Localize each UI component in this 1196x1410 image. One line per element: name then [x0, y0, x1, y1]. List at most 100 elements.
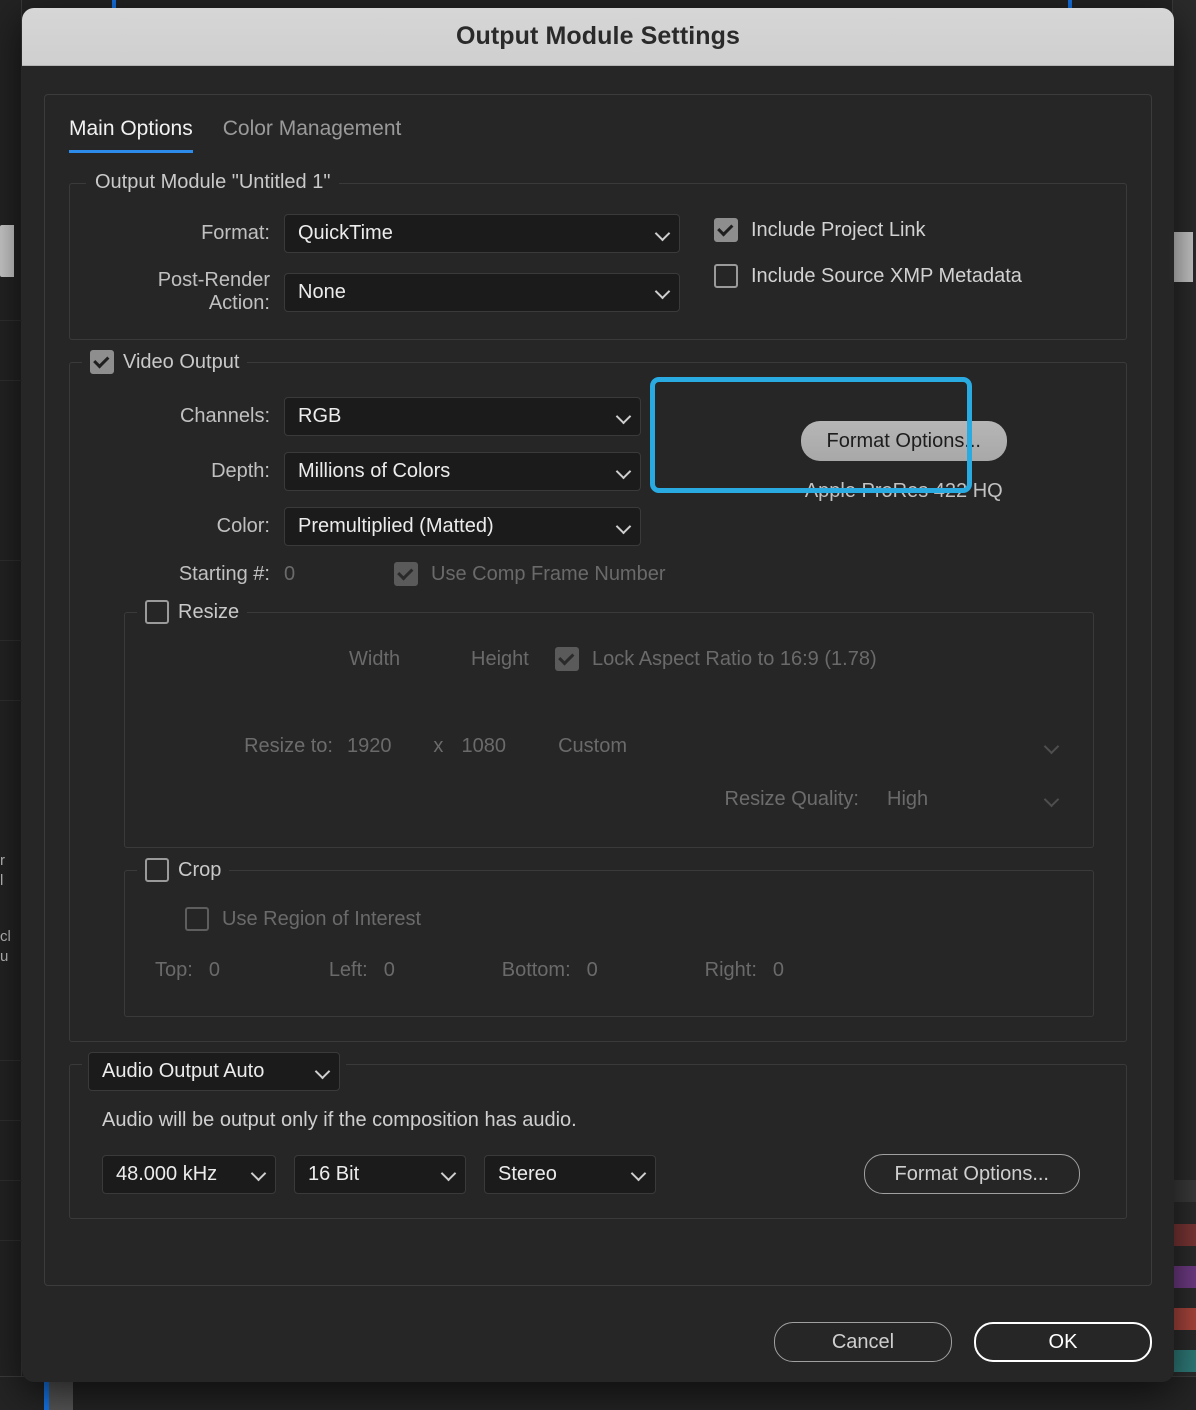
include-xmp-row[interactable]: Include Source XMP Metadata	[714, 264, 1022, 288]
use-region-of-interest-row: Use Region of Interest	[185, 907, 1069, 931]
background-row-divider	[0, 1120, 22, 1121]
chevron-down-icon	[654, 225, 671, 241]
starting-number-value[interactable]: 0	[284, 563, 394, 586]
tab-main-options[interactable]: Main Options	[69, 117, 193, 153]
dialog-title: Output Module Settings	[455, 22, 741, 50]
cancel-button[interactable]: Cancel	[774, 1322, 952, 1362]
use-region-of-interest-label: Use Region of Interest	[222, 907, 421, 930]
resize-preset-value: Custom	[558, 735, 627, 757]
dialog-footer: Cancel OK	[774, 1322, 1152, 1362]
chevron-down-icon	[314, 1063, 331, 1079]
audio-sample-rate-value: 48.000 kHz	[116, 1162, 218, 1185]
background-layer-swatch	[1172, 1266, 1196, 1288]
background-layer-swatch	[1172, 1350, 1196, 1372]
resize-to-label: Resize to:	[244, 735, 333, 757]
background-left-panel	[0, 0, 22, 1410]
background-row-divider	[0, 560, 22, 561]
chevron-down-icon	[615, 518, 632, 534]
content-frame: Main Options Color Management Output Mod…	[44, 94, 1152, 1286]
format-select[interactable]: QuickTime	[284, 214, 680, 253]
post-render-action-label: Post-Render Action:	[157, 269, 270, 314]
output-module-legend: Output Module "Untitled 1"	[86, 171, 340, 194]
color-label: Color:	[216, 515, 270, 537]
starting-number-label: Starting #:	[178, 562, 270, 585]
output-module-settings-dialog: Output Module Settings Main Options Colo…	[22, 8, 1174, 1382]
background-layer-swatch	[1172, 1180, 1196, 1202]
video-output-checkbox[interactable]	[90, 350, 114, 374]
audio-output-select[interactable]: Audio Output Auto	[88, 1052, 340, 1091]
color-row: Color: Premultiplied (Matted)	[94, 507, 666, 546]
dialog-body: Main Options Color Management Output Mod…	[22, 66, 1174, 1382]
crop-top-value: 0	[208, 959, 220, 981]
use-region-of-interest-checkbox	[185, 907, 209, 931]
audio-output-legend: Audio Output Auto	[82, 1052, 346, 1091]
include-project-link-row[interactable]: Include Project Link	[714, 218, 1022, 242]
background-row-divider	[0, 640, 22, 641]
height-header-label: Height	[471, 647, 529, 670]
chevron-down-icon	[615, 463, 632, 479]
crop-legend[interactable]: Crop	[137, 858, 230, 882]
use-comp-frame-number-label: Use Comp Frame Number	[431, 562, 666, 585]
channels-select[interactable]: RGB	[284, 397, 641, 436]
background-row-divider	[0, 380, 22, 381]
resize-width-value: 1920	[347, 735, 392, 757]
use-comp-frame-number-row: Use Comp Frame Number	[394, 562, 666, 586]
crop-bottom-label: Bottom:	[501, 959, 571, 981]
chevron-down-icon	[440, 1165, 457, 1182]
chevron-down-icon	[1043, 738, 1060, 754]
audio-bit-depth-select[interactable]: 16 Bit	[294, 1154, 466, 1194]
format-value: QuickTime	[298, 222, 393, 244]
resize-label: Resize	[178, 600, 240, 623]
audio-channels-select[interactable]: Stereo	[484, 1154, 656, 1194]
audio-output-value: Audio Output Auto	[102, 1060, 265, 1082]
audio-bit-depth-value: 16 Bit	[308, 1162, 360, 1185]
depth-label: Depth:	[211, 460, 270, 482]
dialog-titlebar: Output Module Settings	[22, 8, 1174, 66]
audio-format-options-button[interactable]: Format Options...	[863, 1154, 1080, 1194]
depth-row: Depth: Millions of Colors	[94, 452, 666, 491]
lock-aspect-ratio-row: Lock Aspect Ratio to 16:9 (1.78)	[555, 647, 877, 671]
include-source-xmp-metadata-checkbox[interactable]	[714, 264, 738, 288]
output-module-group: Output Module "Untitled 1" Format: Quick…	[69, 171, 1127, 340]
resize-to-row: Resize to: 1920 x 1080 Custom	[149, 727, 1069, 766]
post-render-action-select[interactable]: None	[284, 272, 680, 312]
tab-color-management[interactable]: Color Management	[223, 117, 402, 153]
video-codec-text: Apple ProRes 422 HQ	[804, 480, 1003, 502]
crop-top-label: Top:	[155, 959, 193, 981]
resize-checkbox[interactable]	[145, 600, 169, 624]
depth-select[interactable]: Millions of Colors	[284, 452, 641, 491]
resize-times-symbol: x	[433, 735, 444, 757]
crop-checkbox[interactable]	[145, 858, 169, 882]
resize-group: Resize Width Height Lock Aspect Ratio to…	[124, 600, 1094, 848]
video-output-label: Video Output	[123, 350, 240, 373]
background-panel-chip	[0, 225, 14, 277]
color-select[interactable]: Premultiplied (Matted)	[284, 507, 641, 546]
resize-quality-row: Resize Quality: High	[149, 780, 1069, 819]
resize-quality-value: High	[887, 788, 929, 810]
crop-left-label: Left:	[328, 959, 368, 981]
crop-right-label: Right:	[704, 959, 757, 981]
background-clipped-text: r	[0, 852, 5, 869]
resize-height-value: 1080	[461, 735, 507, 757]
chevron-down-icon	[1043, 791, 1060, 807]
video-format-options-button[interactable]: Format Options...	[800, 421, 1007, 461]
background-row-divider	[0, 1060, 22, 1061]
video-output-group: Video Output Channels: RGB Depth: Millio…	[69, 350, 1127, 1042]
post-render-action-value: None	[298, 280, 346, 303]
resize-quality-select: High	[873, 780, 1069, 819]
chevron-down-icon	[615, 408, 632, 424]
audio-sample-rate-select[interactable]: 48.000 kHz	[102, 1154, 276, 1194]
crop-left-value: 0	[383, 959, 395, 981]
video-output-legend[interactable]: Video Output	[82, 350, 248, 374]
ok-button[interactable]: OK	[974, 1322, 1152, 1362]
post-render-action-row: Post-Render Action: None	[94, 269, 680, 315]
background-layer-swatch	[1172, 1224, 1196, 1246]
include-project-link-checkbox[interactable]	[714, 218, 738, 242]
chevron-down-icon	[654, 283, 671, 300]
lock-aspect-ratio-checkbox	[555, 647, 579, 671]
crop-group: Crop Use Region of Interest Top: 0 Left:…	[124, 858, 1094, 1017]
resize-legend[interactable]: Resize	[137, 600, 248, 624]
lock-aspect-ratio-label: Lock Aspect Ratio to 16:9 (1.78)	[592, 647, 877, 670]
include-project-link-label: Include Project Link	[751, 218, 926, 241]
crop-label: Crop	[178, 858, 222, 881]
